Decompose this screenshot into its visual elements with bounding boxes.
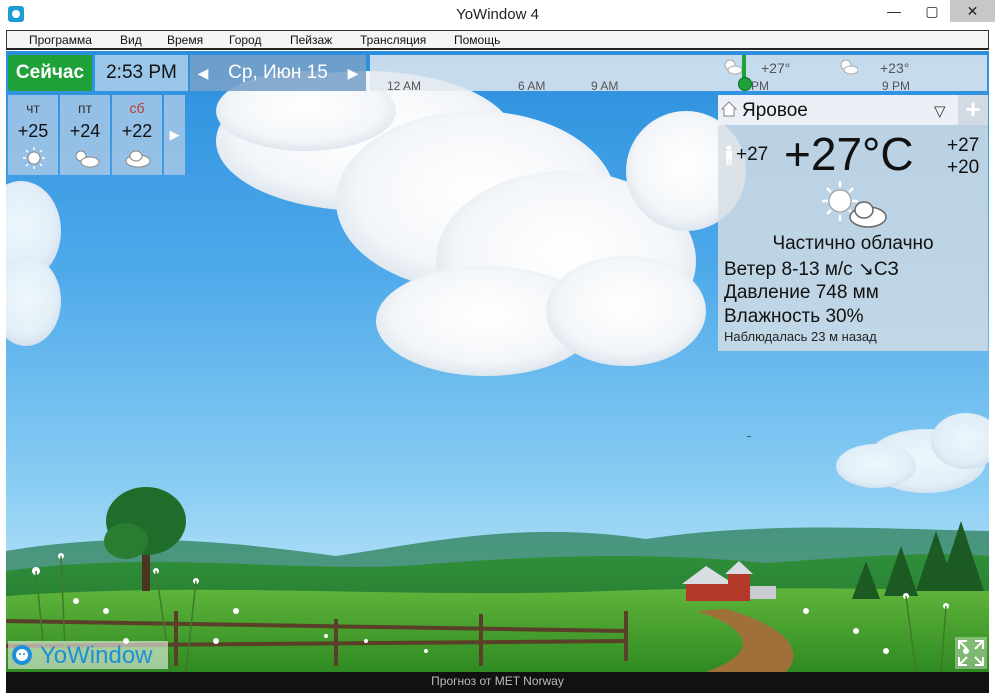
date-next-arrow-icon[interactable]: ▶: [340, 55, 366, 91]
close-icon: ✕: [966, 3, 979, 19]
menu-view[interactable]: Вид: [120, 33, 142, 47]
city-name[interactable]: Яровое: [742, 100, 808, 122]
weather-panel: Яровое ▽ + +27 +27°C +27 +20 Частично об…: [718, 95, 988, 351]
day-temp: +25: [17, 121, 49, 141]
window-title: YoWindow 4: [456, 6, 539, 23]
close-button[interactable]: ✕: [950, 0, 995, 22]
date-prev-arrow-icon[interactable]: ◀: [190, 55, 216, 91]
timeline-temp: +23°: [880, 60, 910, 76]
wind-info: Ветер 8-13 м/с ↘СЗ: [724, 259, 899, 280]
timeline-label: PM: [751, 79, 769, 93]
day-name-weekend: сб: [129, 100, 145, 116]
timeline-knob[interactable]: [738, 77, 752, 91]
weather-condition: Частично облачно: [772, 233, 934, 254]
logo-sun-icon: [12, 645, 32, 665]
title-bar: YoWindow 4 — ▢ ✕: [0, 0, 995, 30]
forecast-day[interactable]: чт +25: [8, 95, 58, 175]
minimize-button[interactable]: —: [880, 0, 908, 22]
sun-cloud-icon: [724, 59, 742, 75]
cloud-large: [216, 71, 746, 376]
now-button[interactable]: Сейчас: [8, 55, 92, 91]
day-timeline[interactable]: 12 AM 6 AM 9 AM PM 9 PM +27° +23°: [370, 55, 987, 93]
add-city-button[interactable]: +: [958, 95, 988, 125]
forecast-day[interactable]: сб +22: [112, 95, 162, 175]
feels-like-temp: +27: [736, 144, 769, 165]
forecast-strip: чт +25 пт +24 сб +22 ▶: [8, 95, 185, 175]
city-dropdown-icon[interactable]: ▽: [934, 102, 950, 120]
forecast-day[interactable]: пт +24: [60, 95, 110, 175]
menu-program[interactable]: Программа: [29, 33, 92, 47]
person-icon: [726, 145, 732, 165]
partly-cloudy-icon: [822, 181, 887, 228]
menu-bar: Программа Вид Время Город Пейзаж Трансля…: [6, 30, 989, 50]
maximize-button[interactable]: ▢: [918, 0, 946, 22]
observation-time: Наблюдалась 23 м назад: [724, 329, 877, 344]
date-selector: ◀ Ср, Июн 15 ▶: [190, 55, 366, 91]
day-temp: +24: [69, 121, 101, 141]
fullscreen-button[interactable]: [955, 637, 987, 669]
current-time[interactable]: 2:53 PM: [95, 55, 188, 91]
temp-high: +27: [947, 135, 980, 156]
yowindow-logo[interactable]: YoWindow: [8, 641, 168, 669]
cloud-right: [836, 413, 989, 493]
logo-text: YoWindow: [40, 642, 153, 669]
forecast-next-arrow-icon[interactable]: ▶: [164, 95, 185, 175]
menu-broadcast[interactable]: Трансляция: [360, 33, 426, 47]
bird: [746, 436, 752, 437]
humidity-info: Влажность 30%: [724, 306, 864, 327]
expand-icon: [958, 640, 984, 666]
pressure-info: Давление 748 мм: [724, 282, 879, 303]
temp-low: +20: [947, 157, 980, 178]
cloud-icon: [125, 150, 151, 168]
current-temperature: +27°C: [784, 128, 914, 180]
menu-help[interactable]: Помощь: [454, 33, 500, 47]
sun-icon: [23, 147, 45, 169]
date-label: Ср, Июн 15: [228, 62, 328, 83]
timeline-label: 12 AM: [387, 79, 422, 93]
menu-time[interactable]: Время: [167, 33, 203, 47]
timeline-label: 6 AM: [518, 79, 546, 93]
day-name: пт: [78, 100, 92, 116]
forecast-source[interactable]: Прогноз от MET Norway: [6, 672, 989, 693]
sun-cloud-icon: [840, 59, 858, 75]
day-temp: +22: [121, 121, 153, 141]
home-icon[interactable]: [721, 101, 737, 117]
cloud-left: [6, 181, 61, 346]
day-name: чт: [26, 100, 40, 116]
menu-city[interactable]: Город: [229, 33, 261, 47]
timeline-temp: +27°: [761, 60, 791, 76]
sun-cloud-icon: [75, 150, 100, 168]
menu-landscape[interactable]: Пейзаж: [290, 33, 332, 47]
city-bar: Яровое ▽ +: [718, 95, 988, 125]
timeline-label: 9 PM: [882, 79, 911, 93]
timeline-label: 9 AM: [591, 79, 619, 93]
